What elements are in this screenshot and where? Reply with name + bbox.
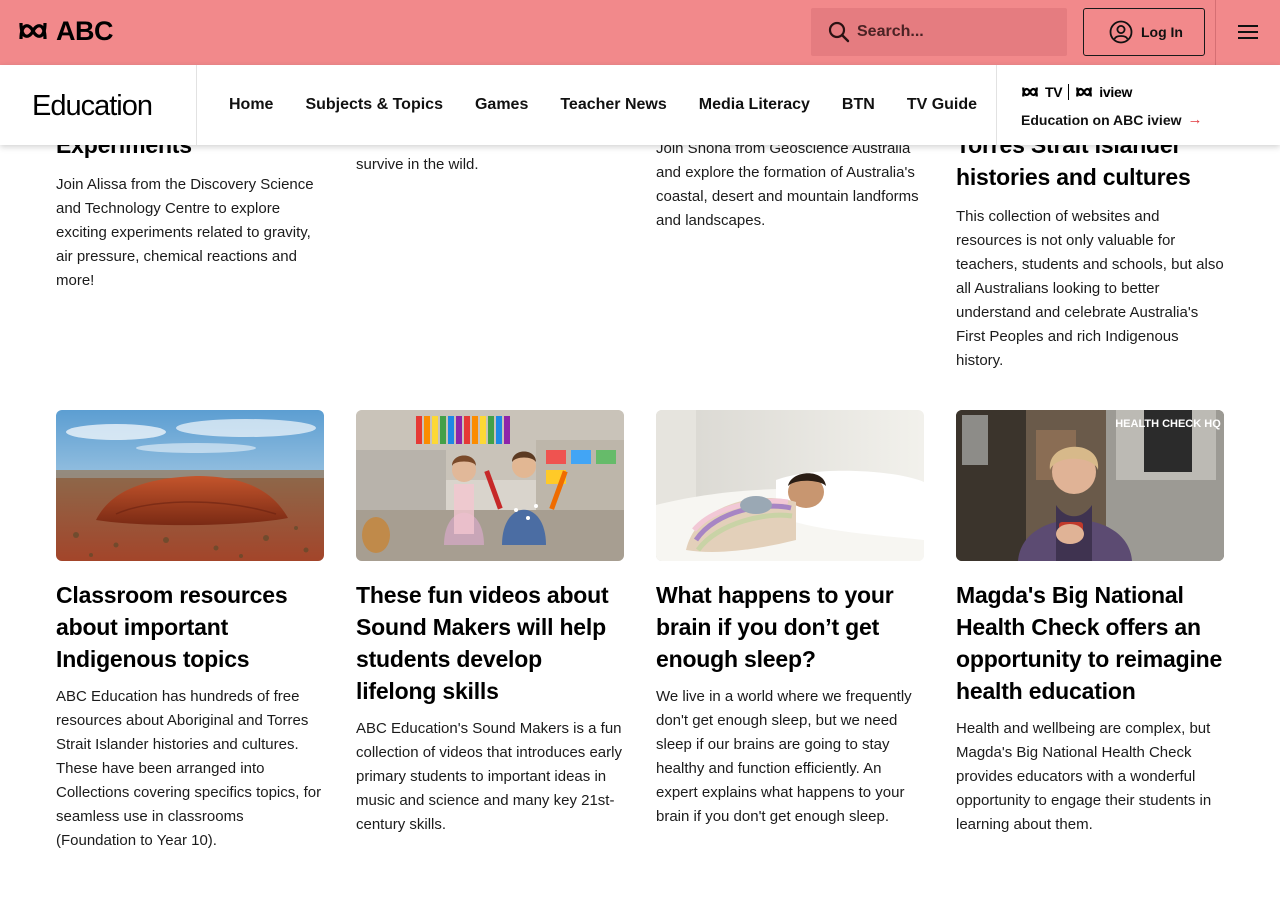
article-card: survive in the wild. [356, 153, 624, 177]
login-label: Log In [1141, 24, 1183, 40]
card-description: survive in the wild. [356, 156, 479, 173]
iview-promo[interactable]: TV iview Education on ABC iview → [1021, 83, 1203, 128]
top-divider [1215, 0, 1216, 65]
card-description: ABC Education's Sound Makers is a fun co… [356, 720, 622, 833]
article-card: These fun videos about Sound Makers will… [356, 410, 624, 837]
search-box[interactable] [811, 8, 1067, 56]
nav-link-teacher-news[interactable]: Teacher News [544, 96, 682, 114]
article-card: Join Shona from Geoscience Australia and… [656, 137, 924, 233]
menu-button[interactable] [1232, 20, 1264, 44]
card-description: We live in a world where we frequently d… [656, 688, 912, 825]
iview-link[interactable]: Education on ABC iview → [1021, 111, 1203, 128]
abc-tv-logo-text: TV [1045, 84, 1063, 100]
abc-lissajous-icon [1076, 87, 1093, 97]
article-card: Classroom resources about important Indi… [56, 410, 324, 853]
user-icon [1109, 20, 1133, 44]
iview-logo-text: iview [1099, 84, 1133, 100]
search-icon [828, 21, 850, 43]
nav-link-subjects-topics[interactable]: Subjects & Topics [289, 96, 459, 114]
article-card: What happens to your brain if you don’t … [656, 410, 924, 829]
article-card: HEALTH CHECK HQ Magda's Big National Hea… [956, 410, 1224, 837]
uluru-landscape-image[interactable] [56, 410, 324, 561]
logo-separator [1068, 84, 1070, 100]
card-title[interactable]: What happens to your brain if you don’t … [656, 579, 924, 675]
nav-link-btn[interactable]: BTN [826, 96, 891, 114]
abc-logo-text: ABC [56, 16, 114, 46]
nav-links: Home Subjects & Topics Games Teacher New… [213, 65, 993, 145]
iview-link-label: Education on ABC iview [1021, 111, 1182, 128]
abc-logo[interactable]: ABC [17, 16, 114, 46]
hamburger-icon [1238, 25, 1258, 39]
card-title[interactable]: Magda's Big National Health Check offers… [956, 579, 1224, 707]
card-title[interactable]: Classroom resources about important Indi… [56, 579, 324, 675]
sleeping-child-image[interactable] [656, 410, 924, 561]
card-description: Join Alissa from the Discovery Science a… [56, 176, 314, 289]
card-description: This collection of websites and resource… [956, 208, 1224, 369]
sound-makers-presenters-image[interactable] [356, 410, 624, 561]
card-title[interactable]: These fun videos about Sound Makers will… [356, 579, 624, 707]
nav-divider [996, 65, 997, 145]
magda-health-check-image[interactable]: HEALTH CHECK HQ [956, 410, 1224, 561]
abc-tv-iview-logo: TV iview [1021, 83, 1203, 101]
search-input[interactable] [857, 23, 1057, 41]
login-button[interactable]: Log In [1083, 8, 1205, 56]
abc-lissajous-icon [19, 22, 47, 40]
nav-link-media-literacy[interactable]: Media Literacy [683, 96, 826, 114]
arrow-right-icon: → [1187, 111, 1203, 128]
education-nav-bar: Education Home Subjects & Topics Games T… [0, 65, 1280, 145]
nav-link-home[interactable]: Home [213, 96, 289, 114]
card-description: ABC Education has hundreds of free resou… [56, 688, 322, 849]
article-card: Torres Strait Islander histories and cul… [956, 129, 1224, 373]
abc-lissajous-icon [1022, 87, 1038, 97]
nav-divider [196, 65, 197, 145]
article-card: Experiments Join Alissa from the Discove… [56, 129, 324, 293]
card-description: Join Shona from Geoscience Australia and… [656, 140, 919, 229]
nav-link-games[interactable]: Games [459, 96, 544, 114]
card-description: Health and wellbeing are complex, but Ma… [956, 720, 1212, 833]
abc-top-bar: ABC Log In [0, 0, 1280, 65]
nav-link-tv-guide[interactable]: TV Guide [891, 96, 993, 114]
image-sign-text: HEALTH CHECK HQ [1115, 418, 1221, 430]
section-title[interactable]: Education [32, 89, 153, 123]
